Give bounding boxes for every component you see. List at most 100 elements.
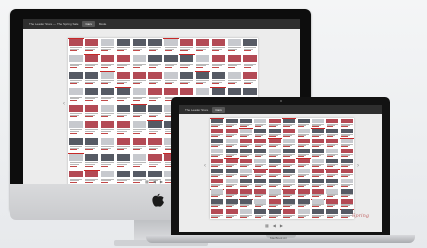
catalog-product-thumbnail[interactable] — [147, 54, 163, 70]
catalog-product-thumbnail[interactable] — [226, 38, 242, 54]
catalog-product-thumbnail[interactable] — [340, 189, 354, 199]
catalog-product-thumbnail[interactable] — [282, 209, 296, 219]
catalog-product-thumbnail[interactable] — [296, 179, 310, 189]
catalog-product-thumbnail[interactable] — [147, 153, 163, 169]
catalog-product-thumbnail[interactable] — [68, 137, 84, 153]
catalog-product-thumbnail[interactable] — [115, 38, 131, 54]
catalog-product-thumbnail[interactable] — [100, 104, 116, 120]
catalog-product-thumbnail[interactable] — [68, 120, 84, 136]
catalog-product-thumbnail[interactable] — [131, 38, 147, 54]
catalog-product-thumbnail[interactable] — [325, 199, 339, 209]
catalog-product-thumbnail[interactable] — [311, 158, 325, 168]
catalog-product-thumbnail[interactable] — [178, 54, 195, 70]
catalog-product-thumbnail[interactable] — [311, 118, 325, 128]
catalog-product-thumbnail[interactable] — [242, 71, 258, 87]
catalog-product-thumbnail[interactable] — [163, 54, 179, 70]
catalog-product-thumbnail[interactable] — [340, 199, 354, 209]
catalog-product-thumbnail[interactable] — [84, 38, 100, 54]
catalog-product-thumbnail[interactable] — [296, 189, 310, 199]
macbook-grid-icon[interactable]: ▦ — [265, 223, 269, 228]
macbook-prev-icon[interactable]: ◀ — [273, 223, 276, 228]
catalog-product-thumbnail[interactable] — [99, 70, 116, 87]
catalog-product-thumbnail[interactable] — [239, 209, 253, 219]
catalog-product-thumbnail[interactable] — [253, 118, 267, 128]
catalog-product-thumbnail[interactable] — [210, 188, 225, 199]
catalog-product-thumbnail[interactable] — [68, 54, 84, 70]
catalog-product-thumbnail[interactable] — [325, 168, 340, 179]
catalog-product-thumbnail[interactable] — [115, 104, 131, 120]
catalog-product-thumbnail[interactable] — [311, 189, 325, 199]
catalog-product-thumbnail[interactable] — [100, 137, 116, 153]
catalog-product-thumbnail[interactable] — [268, 199, 282, 209]
catalog-product-thumbnail[interactable] — [224, 189, 238, 199]
catalog-product-thumbnail[interactable] — [210, 199, 224, 209]
catalog-product-thumbnail[interactable] — [224, 169, 238, 179]
catalog-product-thumbnail[interactable] — [226, 54, 242, 70]
catalog-product-thumbnail[interactable] — [239, 118, 253, 128]
catalog-product-thumbnail[interactable] — [242, 54, 258, 70]
catalog-product-thumbnail[interactable] — [84, 153, 100, 169]
catalog-product-thumbnail[interactable] — [195, 38, 211, 54]
catalog-product-thumbnail[interactable] — [282, 169, 296, 179]
catalog-product-thumbnail[interactable] — [179, 71, 195, 87]
catalog-product-thumbnail[interactable] — [210, 169, 224, 179]
catalog-product-thumbnail[interactable] — [239, 169, 253, 179]
catalog-product-thumbnail[interactable] — [325, 179, 339, 189]
catalog-product-thumbnail[interactable] — [268, 128, 282, 138]
catalog-product-thumbnail[interactable] — [131, 54, 147, 70]
catalog-product-thumbnail[interactable] — [179, 38, 195, 54]
catalog-product-thumbnail[interactable] — [325, 118, 339, 128]
catalog-product-thumbnail[interactable] — [68, 87, 84, 103]
catalog-product-thumbnail[interactable] — [68, 153, 84, 169]
catalog-product-thumbnail[interactable] — [210, 158, 224, 168]
catalog-product-thumbnail[interactable] — [238, 198, 254, 209]
macbook-toolbar-tab[interactable]: Cars — [212, 106, 225, 113]
catalog-product-thumbnail[interactable] — [325, 209, 339, 219]
catalog-product-thumbnail[interactable] — [340, 118, 354, 128]
catalog-product-thumbnail[interactable] — [239, 138, 253, 148]
catalog-product-thumbnail[interactable] — [253, 189, 267, 199]
catalog-product-thumbnail[interactable] — [311, 148, 325, 158]
catalog-product-thumbnail[interactable] — [268, 158, 282, 168]
catalog-product-thumbnail[interactable] — [210, 128, 224, 138]
catalog-product-thumbnail[interactable] — [296, 209, 310, 219]
imac-toolbar-tab[interactable]: Cars — [82, 21, 95, 27]
catalog-product-thumbnail[interactable] — [239, 189, 253, 199]
catalog-product-thumbnail[interactable] — [325, 128, 339, 138]
catalog-product-thumbnail[interactable] — [340, 169, 354, 179]
catalog-product-thumbnail[interactable] — [267, 138, 282, 148]
catalog-product-thumbnail[interactable] — [253, 128, 267, 138]
catalog-product-thumbnail[interactable] — [253, 179, 267, 189]
catalog-product-thumbnail[interactable] — [84, 87, 100, 103]
catalog-product-thumbnail[interactable] — [68, 71, 84, 87]
catalog-product-thumbnail[interactable] — [224, 158, 239, 168]
catalog-product-thumbnail[interactable] — [325, 158, 339, 168]
catalog-product-thumbnail[interactable] — [340, 179, 354, 189]
catalog-product-thumbnail[interactable] — [282, 148, 296, 158]
catalog-product-thumbnail[interactable] — [210, 118, 225, 128]
imac-toolbar-button[interactable]: Mode — [99, 22, 107, 26]
catalog-product-thumbnail[interactable] — [239, 179, 253, 189]
catalog-product-thumbnail[interactable] — [224, 179, 238, 189]
catalog-product-thumbnail[interactable] — [238, 128, 254, 138]
catalog-product-thumbnail[interactable] — [147, 87, 163, 103]
catalog-product-thumbnail[interactable] — [100, 87, 116, 103]
catalog-product-thumbnail[interactable] — [147, 137, 163, 153]
catalog-product-thumbnail[interactable] — [131, 120, 147, 136]
catalog-product-thumbnail[interactable] — [84, 120, 100, 136]
macbook-next-icon[interactable]: ▶ — [280, 223, 283, 228]
macbook-prev-arrow-icon[interactable]: ‹ — [204, 163, 206, 169]
catalog-product-thumbnail[interactable] — [282, 199, 296, 209]
catalog-product-thumbnail[interactable] — [340, 158, 354, 168]
catalog-product-thumbnail[interactable] — [163, 71, 179, 87]
catalog-product-thumbnail[interactable] — [224, 138, 238, 148]
catalog-product-thumbnail[interactable] — [339, 138, 354, 148]
catalog-product-thumbnail[interactable] — [210, 71, 226, 87]
catalog-product-thumbnail[interactable] — [282, 118, 297, 128]
catalog-product-thumbnail[interactable] — [147, 71, 163, 87]
catalog-product-thumbnail[interactable] — [242, 38, 258, 54]
catalog-product-thumbnail[interactable] — [210, 38, 226, 54]
catalog-product-thumbnail[interactable] — [224, 199, 238, 209]
catalog-product-thumbnail[interactable] — [325, 148, 339, 158]
catalog-product-thumbnail[interactable] — [296, 148, 310, 158]
